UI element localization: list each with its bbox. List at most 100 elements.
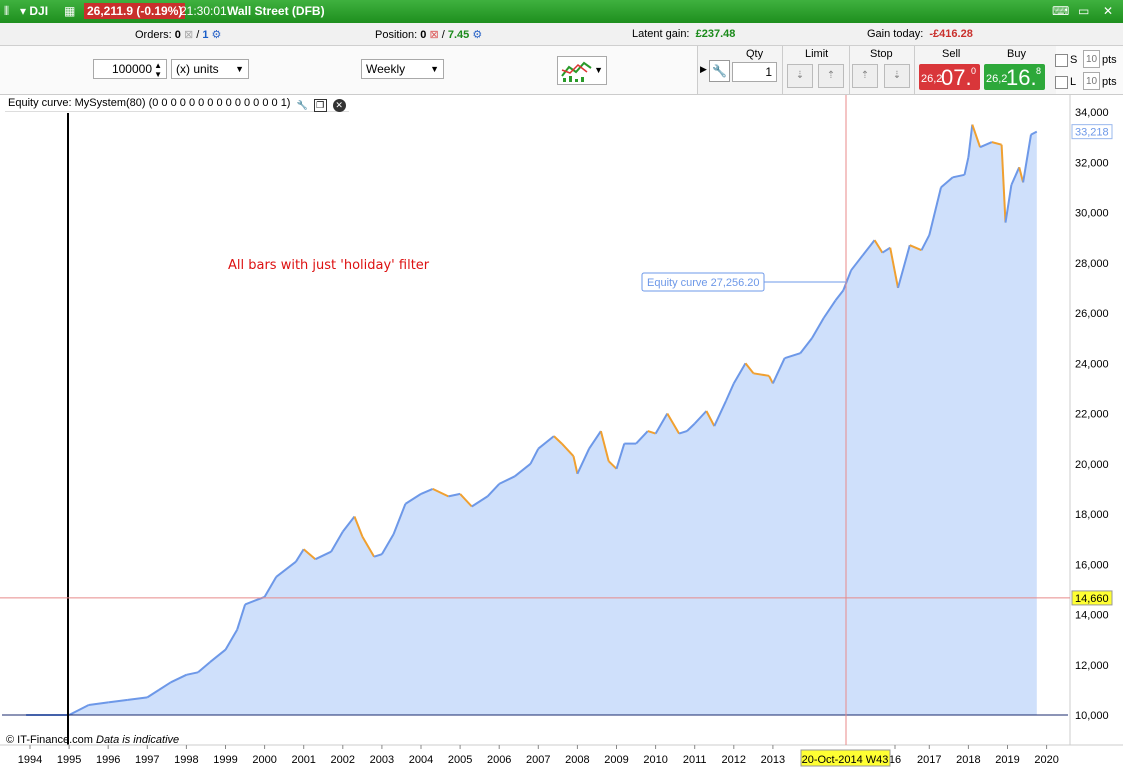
- qty-label: Qty: [746, 48, 764, 60]
- x-tick-label: 2008: [565, 754, 589, 766]
- stop-pts-label: pts: [1102, 54, 1117, 66]
- minimize-icon[interactable]: ▭: [1078, 4, 1089, 18]
- last-value-label: 33,218: [1075, 127, 1109, 139]
- timeframe-value: Weekly: [366, 62, 406, 76]
- account-status-bar: Orders: 0 ⊠ / 1 ⚙ Position: 0 ⊠ / 7.45 ⚙…: [0, 23, 1123, 46]
- orders-value: 0: [174, 29, 181, 41]
- buy-button[interactable]: 26,2 16. 8: [984, 64, 1045, 90]
- x-tick-label: 2017: [917, 754, 941, 766]
- x-tick-label: 1995: [57, 754, 81, 766]
- close-icon[interactable]: ✕: [1103, 4, 1113, 18]
- limit-sell-button[interactable]: ⇡: [818, 64, 844, 88]
- limit-checkbox[interactable]: [1055, 76, 1068, 89]
- latent-gain-value: £237.48: [695, 28, 736, 40]
- expand-arrow-icon[interactable]: ▶: [700, 64, 707, 75]
- timeframe-select[interactable]: Weekly ▼: [361, 59, 444, 79]
- latent-gain-label: Latent gain:: [632, 28, 690, 40]
- position-close-icon[interactable]: ⊠: [429, 29, 438, 41]
- wrench-icon[interactable]: 🔧: [297, 100, 308, 111]
- units-select[interactable]: (x) units ▼: [171, 59, 249, 79]
- chevron-down-icon: ▼: [594, 65, 603, 75]
- chart-annotation: All bars with just 'holiday' filter: [228, 258, 430, 273]
- x-tick-label: 2000: [252, 754, 276, 766]
- y-tick-label: 10,000: [1075, 710, 1109, 722]
- orders-label: Orders:: [135, 29, 172, 41]
- y-tick-label: 28,000: [1075, 258, 1109, 270]
- clock-time: 21:30:01: [180, 4, 227, 18]
- gain-today-label: Gain today:: [867, 28, 924, 40]
- crosshair-value-label: 14,660: [1075, 593, 1109, 605]
- buy-label: Buy: [1007, 48, 1026, 60]
- stepper-arrows-icon[interactable]: ▲ ▼: [154, 61, 162, 79]
- position-settings-icon[interactable]: ⚙: [472, 29, 482, 41]
- stop-checkbox-label: S: [1070, 54, 1078, 66]
- keyboard-icon[interactable]: ⌨: [1052, 4, 1069, 18]
- chevron-down-icon: ▼: [430, 64, 439, 74]
- x-tick-label: 1999: [213, 754, 237, 766]
- x-tick-label: 2013: [761, 754, 785, 766]
- x-tick-label: 2011: [683, 754, 707, 766]
- limit-points-input[interactable]: 10: [1083, 72, 1100, 90]
- sell-button[interactable]: 26,2 07. 0: [919, 64, 980, 90]
- limit-checkbox-label: L: [1070, 76, 1077, 88]
- position-label: Position:: [375, 29, 418, 41]
- legend-text: Equity curve: MySystem(80) (0 0 0 0 0 0 …: [8, 97, 291, 109]
- x-tick-label: 2010: [643, 754, 667, 766]
- orders-settings-icon[interactable]: ⚙: [212, 29, 222, 41]
- sell-price-fraction: 0: [971, 66, 977, 76]
- units-value: (x) units: [176, 62, 219, 76]
- x-tick-label: 2006: [487, 754, 511, 766]
- x-tick-label: 2019: [995, 754, 1019, 766]
- x-tick-label: 2002: [331, 754, 355, 766]
- stop-points-input[interactable]: 10: [1083, 50, 1100, 68]
- stop-buy-button[interactable]: ⇡: [852, 64, 878, 88]
- equity-tooltip-label: Equity curve 27,256.20: [647, 277, 760, 289]
- indicator-chart-icon: [561, 61, 592, 82]
- position-right-value: 7.45: [447, 29, 470, 41]
- orders-cancel-icon[interactable]: ⊠: [184, 29, 193, 41]
- stop-checkbox[interactable]: [1055, 54, 1068, 67]
- footer-source: © IT-Finance.com: [6, 734, 93, 746]
- y-tick-label: 14,000: [1075, 610, 1109, 622]
- position-value: 0: [420, 29, 427, 41]
- equity-chart[interactable]: 10,000 12,000 14,000 16,000 18,000 20,000 22,0…: [0, 95, 1123, 770]
- x-tick-label: 16: [889, 754, 901, 766]
- y-tick-label: 26,000: [1075, 308, 1109, 320]
- stop-label: Stop: [870, 48, 893, 60]
- x-tick-label: 2004: [409, 754, 433, 766]
- buy-price-prefix: 26,2: [986, 73, 1008, 85]
- indicator-menu-button[interactable]: ▼: [557, 56, 607, 85]
- y-tick-label: 12,000: [1075, 660, 1109, 672]
- sell-price-prefix: 26,2: [921, 73, 943, 85]
- y-tick-label: 24,000: [1075, 358, 1109, 370]
- x-tick-label: 1994: [18, 754, 42, 766]
- x-tick-label: 2009: [604, 754, 628, 766]
- restore-icon[interactable]: ❐: [313, 99, 327, 112]
- y-tick-label: 32,000: [1075, 157, 1109, 169]
- y-tick-label: 18,000: [1075, 509, 1109, 521]
- wrench-icon[interactable]: 🔧: [709, 60, 730, 82]
- sell-price-main: 07.: [941, 65, 972, 90]
- buy-price-main: 16.: [1006, 65, 1037, 90]
- y-tick-label: 34,000: [1075, 107, 1109, 119]
- x-tick-label: 1998: [174, 754, 198, 766]
- grid-icon[interactable]: ▦: [64, 4, 75, 18]
- crosshair-date-label: 20-Oct-2014 W43: [802, 754, 889, 766]
- qty-input[interactable]: 1: [732, 62, 777, 82]
- orders-right-value: 1: [202, 29, 209, 41]
- stop-sell-button[interactable]: ⇣: [884, 64, 910, 88]
- x-axis-band: [0, 745, 1123, 770]
- x-tick-label: 2018: [956, 754, 980, 766]
- x-tick-label: 1997: [135, 754, 159, 766]
- instrument-name: Wall Street (DFB): [227, 4, 325, 18]
- x-tick-label: 2012: [722, 754, 746, 766]
- x-tick-label: 2003: [370, 754, 394, 766]
- quantity-stepper[interactable]: 100000 ▲ ▼: [93, 59, 167, 79]
- close-icon[interactable]: ✕: [332, 99, 346, 112]
- y-tick-label: 16,000: [1075, 559, 1109, 571]
- y-tick-label: 20,000: [1075, 459, 1109, 471]
- limit-label: Limit: [805, 48, 829, 60]
- chart-type-icon[interactable]: ⫴: [4, 4, 9, 19]
- limit-buy-button[interactable]: ⇣: [787, 64, 813, 88]
- symbol-dropdown[interactable]: ▾ DJI: [20, 4, 48, 18]
